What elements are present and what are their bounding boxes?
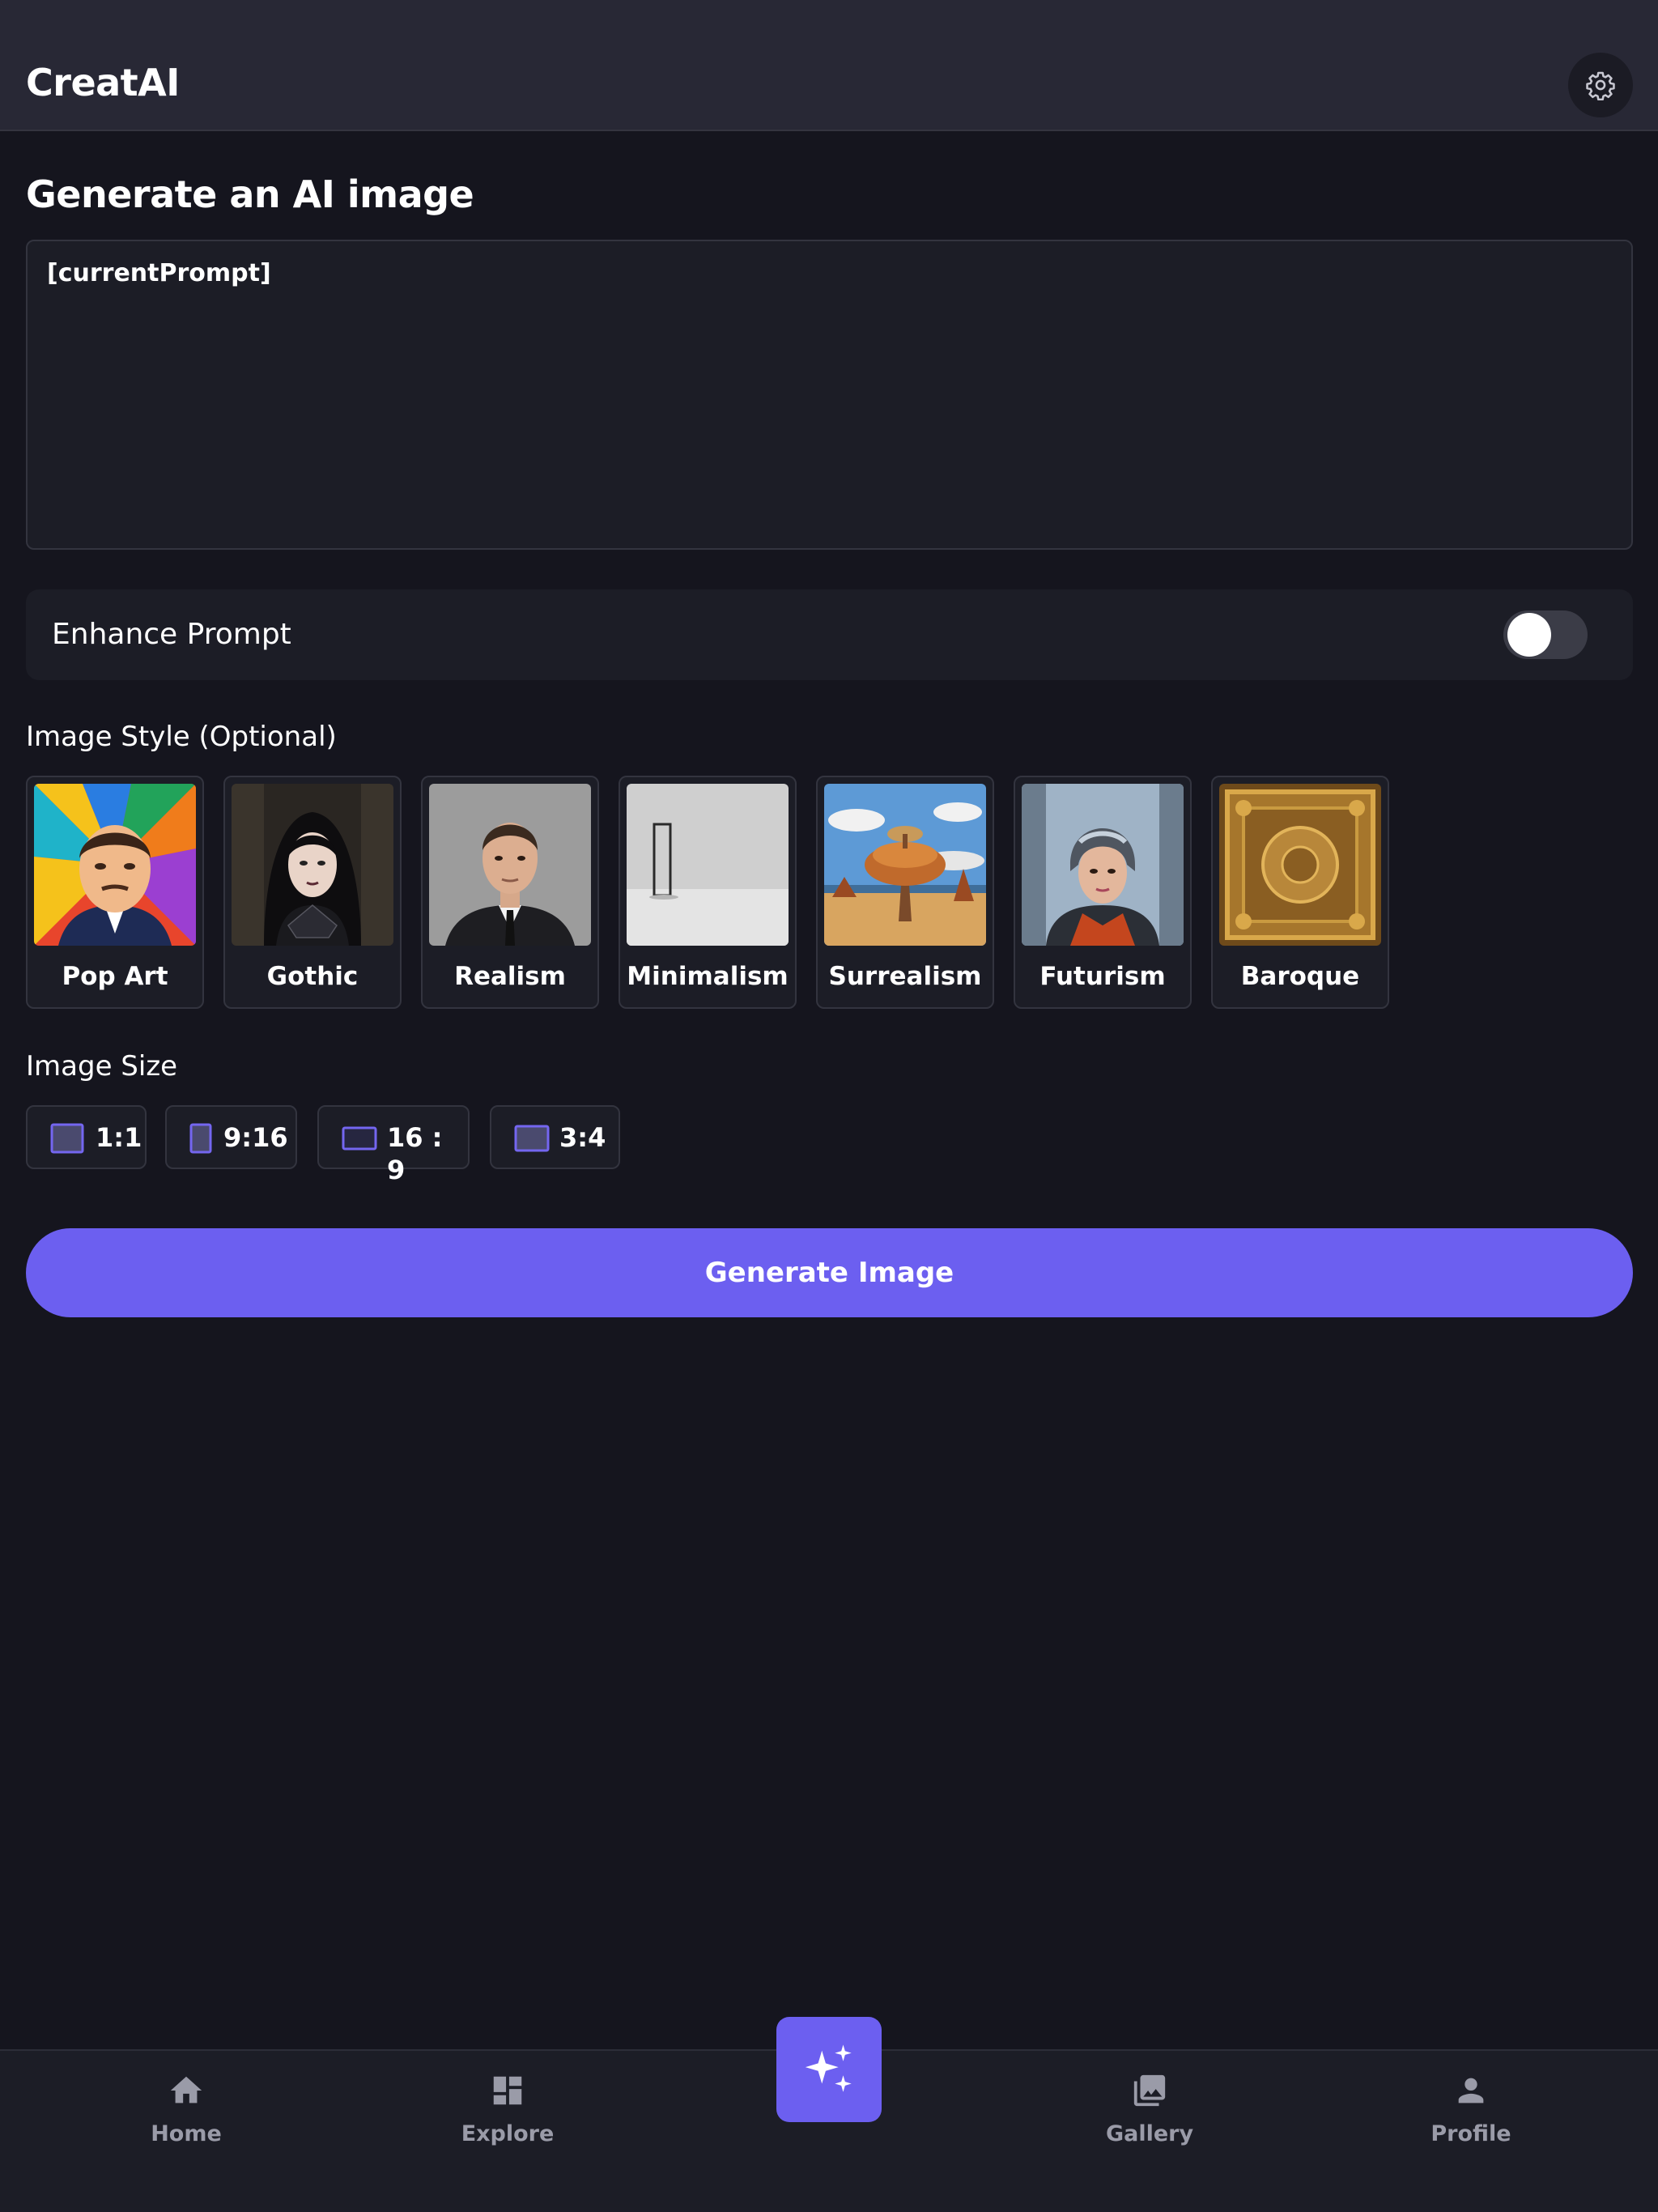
size-label: 3:4 — [559, 1122, 606, 1153]
top-app-bar: CreatAI — [0, 0, 1658, 131]
nav-item-gallery[interactable]: Gallery — [1069, 2072, 1231, 2161]
nav-label: Home — [151, 2121, 222, 2146]
style-card-pop-art[interactable]: Pop Art — [26, 776, 204, 1009]
baroque-thumbnail — [1219, 784, 1381, 946]
style-name: Pop Art — [62, 962, 168, 991]
size-option-9-16[interactable]: 9:16 — [165, 1105, 297, 1169]
style-card-gothic[interactable]: Gothic — [223, 776, 402, 1009]
person-icon — [1458, 2078, 1484, 2104]
style-card-baroque[interactable]: Baroque — [1211, 776, 1389, 1009]
style-name: Surrealism — [828, 962, 982, 991]
page-title: Generate an AI image — [26, 172, 474, 216]
nav-item-explore[interactable]: Explore — [427, 2072, 589, 2161]
realism-thumbnail — [429, 784, 591, 946]
app-root: CreatAI Generate an AI image [currentPro… — [0, 0, 1658, 2212]
gallery-icon — [1133, 2074, 1166, 2107]
futurism-thumbnail — [1022, 784, 1184, 946]
size-label: 9:16 — [223, 1122, 288, 1153]
style-name: Minimalism — [627, 962, 789, 991]
ratio-icon — [514, 1125, 550, 1152]
nav-label: Explore — [461, 2121, 555, 2146]
nav-label: Gallery — [1105, 2121, 1194, 2146]
style-name: Gothic — [266, 962, 359, 991]
landscape-ratio-icon — [342, 1126, 377, 1151]
gear-icon — [1586, 71, 1615, 100]
style-card-surrealism[interactable]: Surrealism — [816, 776, 994, 1009]
size-option-3-4[interactable]: 3:4 — [490, 1105, 620, 1169]
square-ratio-icon — [50, 1123, 84, 1154]
image-style-label: Image Style (Optional) — [26, 721, 337, 753]
surrealism-thumbnail — [824, 784, 986, 946]
style-card-realism[interactable]: Realism — [421, 776, 599, 1009]
style-card-minimalism[interactable]: Minimalism — [619, 776, 797, 1009]
toggle-knob — [1507, 613, 1551, 657]
portrait-ratio-icon — [189, 1123, 212, 1154]
image-size-label: Image Size — [26, 1050, 178, 1083]
size-option-1-1[interactable]: 1:1 — [26, 1105, 147, 1169]
gothic-thumbnail — [232, 784, 393, 946]
nav-item-home[interactable]: Home — [105, 2072, 267, 2161]
create-fab-button[interactable] — [776, 2017, 882, 2122]
sparkles-icon — [805, 2044, 852, 2092]
prompt-input[interactable]: [currentPrompt] — [26, 240, 1633, 550]
enhance-prompt-toggle[interactable] — [1503, 610, 1588, 659]
size-option-16-9[interactable]: 16 : 9 — [317, 1105, 470, 1185]
style-name: Futurism — [1039, 962, 1166, 991]
generate-image-button[interactable]: Generate Image — [26, 1228, 1633, 1317]
size-label: 1:1 — [96, 1122, 142, 1153]
pop-art-thumbnail — [34, 784, 196, 946]
enhance-prompt-label: Enhance Prompt — [52, 618, 291, 651]
dashboard-icon — [493, 2076, 522, 2105]
enhance-prompt-row: Enhance Prompt — [26, 589, 1633, 680]
size-label: 16 : 9 — [387, 1122, 443, 1185]
nav-item-profile[interactable]: Profile — [1390, 2072, 1552, 2161]
style-name: Realism — [454, 962, 566, 991]
style-name: Baroque — [1240, 962, 1360, 991]
home-icon — [170, 2076, 202, 2104]
nav-label: Profile — [1431, 2121, 1511, 2146]
style-card-futurism[interactable]: Futurism — [1014, 776, 1192, 1009]
settings-button[interactable] — [1568, 53, 1633, 117]
minimalism-thumbnail — [627, 784, 789, 946]
app-title: CreatAI — [26, 61, 180, 104]
